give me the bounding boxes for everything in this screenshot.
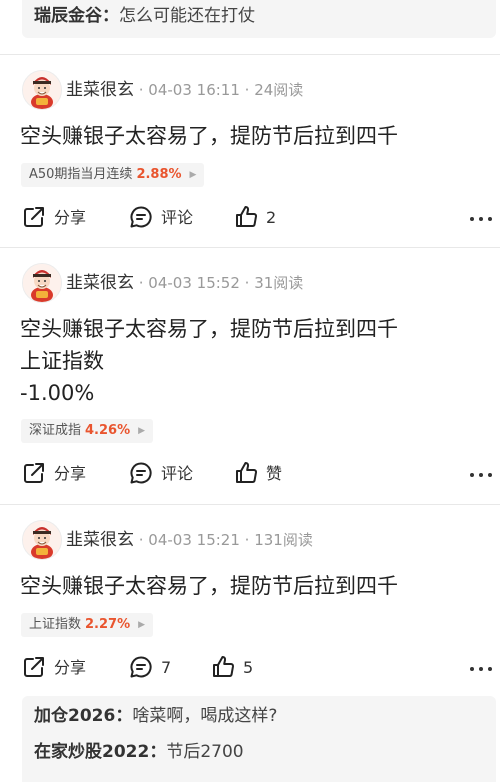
reply-colon: ： — [149, 742, 167, 762]
post-author-line: 韭菜很玄 · 04-03 15:52 · 31阅读 — [66, 272, 303, 294]
stock-tag-change: 2.27% — [85, 617, 131, 632]
comment-colon: ： — [102, 6, 119, 26]
reply-text: 节后2700 — [166, 742, 244, 762]
more-icon[interactable] — [470, 655, 494, 681]
post-meta: · 04-03 15:52 · 31阅读 — [134, 274, 304, 292]
comment-button[interactable]: 7 — [129, 655, 171, 681]
thumbs-up-icon — [236, 461, 257, 483]
comment-button[interactable]: 评论 — [129, 205, 193, 231]
avatar[interactable] — [22, 70, 62, 110]
stock-tag-change: 4.26% — [85, 423, 131, 438]
comment-button[interactable]: 评论 — [129, 461, 193, 487]
post-title-line: 空头赚银子太容易了，提防节后拉到四千 — [20, 574, 398, 598]
like-button[interactable]: 2 — [234, 205, 276, 231]
post-author-line: 韭菜很玄 · 04-03 16:11 · 24阅读 — [66, 79, 303, 101]
avatar-icon — [23, 264, 61, 302]
stock-tag[interactable]: 上证指数 2.27% ▶ — [21, 613, 154, 637]
like-button[interactable]: 5 — [211, 655, 253, 681]
stock-tag[interactable]: A50期指当月连续 2.88% ▶ — [21, 163, 205, 187]
reply-item[interactable]: 加仓2026：啥菜啊，喝成这样? — [34, 705, 484, 741]
post-author[interactable]: 韭菜很玄 — [66, 273, 134, 293]
thumbs-up-icon — [236, 205, 257, 227]
post-title-line: 空头赚银子太容易了，提防节后拉到四千 — [20, 317, 398, 341]
comment-label: 评论 — [161, 464, 194, 483]
post-author[interactable]: 韭菜很玄 — [66, 530, 134, 550]
post-author-line: 韭菜很玄 · 04-03 15:21 · 131阅读 — [66, 529, 313, 551]
avatar-icon — [23, 71, 61, 109]
like-label: 赞 — [266, 464, 283, 483]
post-author[interactable]: 韭菜很玄 — [66, 80, 134, 100]
comment-count: 7 — [161, 658, 172, 677]
triangle-right-icon: ▶ — [189, 170, 197, 180]
post-meta: · 04-03 16:11 · 24阅读 — [134, 81, 304, 99]
post-title-line: -1.00% — [20, 381, 95, 405]
triangle-right-icon: ▶ — [138, 620, 146, 630]
avatar-icon — [23, 521, 61, 559]
share-icon — [24, 462, 44, 483]
post-title[interactable]: 空头赚银子太容易了，提防节后拉到四千 — [20, 120, 398, 152]
comment-text: 怎么可能还在打仗 — [119, 6, 255, 26]
post-title[interactable]: 空头赚银子太容易了，提防节后拉到四千 上证指数 -1.00% — [20, 313, 398, 409]
stock-tag-name: 深证成指 — [29, 423, 82, 438]
like-count: 2 — [266, 208, 277, 227]
reply-colon: ： — [115, 706, 133, 726]
comment-user[interactable]: 瑞辰金谷 — [34, 6, 102, 26]
share-button[interactable]: 分享 — [22, 655, 86, 681]
top-comment[interactable]: 瑞辰金谷：怎么可能还在打仗 — [22, 0, 496, 38]
thumbs-up-icon — [213, 655, 234, 677]
reply-box: 加仓2026：啥菜啊，喝成这样? 在家炒股2022：节后2700 — [22, 696, 496, 782]
share-label: 分享 — [54, 208, 87, 227]
more-icon[interactable] — [470, 461, 494, 487]
comment-icon — [130, 205, 152, 227]
avatar[interactable] — [22, 263, 62, 303]
post-title[interactable]: 空头赚银子太容易了，提防节后拉到四千 — [20, 570, 398, 602]
share-label: 分享 — [54, 658, 87, 677]
share-icon — [24, 206, 44, 227]
comment-icon — [130, 461, 152, 483]
triangle-right-icon: ▶ — [138, 426, 146, 436]
like-count: 5 — [243, 658, 254, 677]
divider — [0, 504, 500, 505]
divider — [0, 247, 500, 248]
reply-user[interactable]: 在家炒股2022 — [34, 742, 149, 762]
stock-tag-name: A50期指当月连续 — [29, 167, 133, 182]
reply-item[interactable]: 在家炒股2022：节后2700 — [34, 741, 484, 777]
share-label: 分享 — [54, 464, 87, 483]
comment-icon — [130, 655, 152, 677]
reply-text: 啥菜啊，喝成这样? — [132, 706, 278, 726]
share-button[interactable]: 分享 — [22, 205, 86, 231]
share-icon — [24, 656, 44, 677]
divider — [0, 54, 500, 55]
share-button[interactable]: 分享 — [22, 461, 86, 487]
like-button[interactable]: 赞 — [234, 461, 282, 487]
post-meta: · 04-03 15:21 · 131阅读 — [134, 531, 313, 549]
comment-label: 评论 — [161, 208, 194, 227]
reply-user[interactable]: 加仓2026 — [34, 706, 115, 726]
stock-tag-change: 2.88% — [136, 167, 182, 182]
post-title-line: 空头赚银子太容易了，提防节后拉到四千 — [20, 124, 398, 148]
stock-tag[interactable]: 深证成指 4.26% ▶ — [21, 419, 154, 443]
avatar[interactable] — [22, 520, 62, 560]
post-title-line: 上证指数 — [20, 349, 104, 373]
more-icon[interactable] — [470, 205, 494, 231]
stock-tag-name: 上证指数 — [29, 617, 82, 632]
